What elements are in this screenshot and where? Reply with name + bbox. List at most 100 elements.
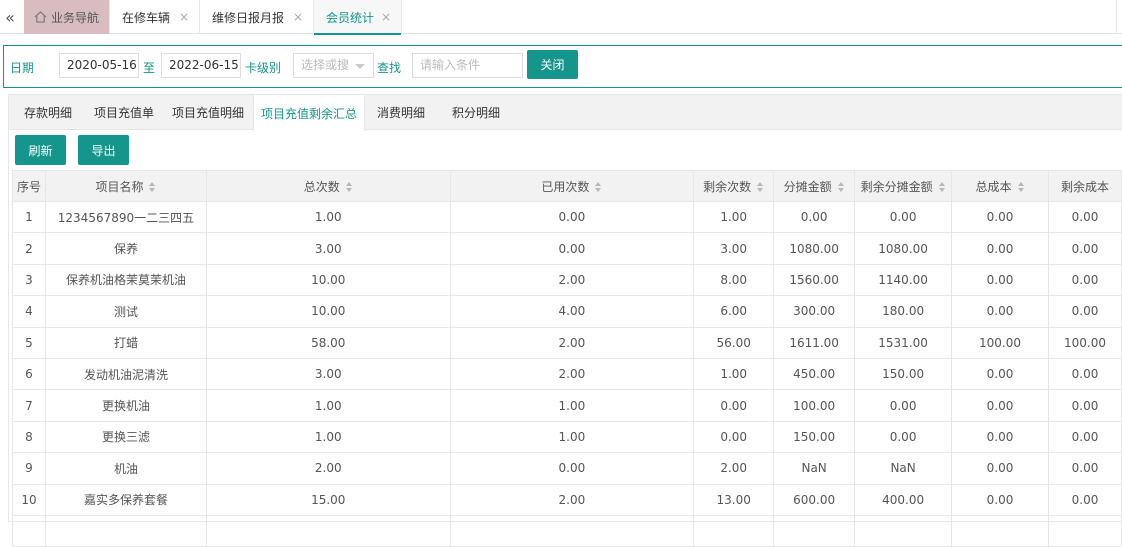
close-icon[interactable]: × (179, 10, 189, 24)
subtab-recharge-balance-summary[interactable]: 项目充值剩余汇总 (253, 95, 365, 131)
table-cell: 300.00 (773, 295, 856, 328)
chevron-down-icon (355, 64, 365, 69)
col-header-total-cost[interactable]: 总成本 (951, 170, 1049, 202)
subtab-project-recharge-details[interactable]: 项目充值明细 (163, 95, 253, 130)
sort-icon[interactable] (938, 182, 946, 192)
table-row[interactable]: 2 保养 3.00 0.00 3.00 1080.00 1080.00 0.00 0.00 (12, 232, 1122, 265)
table-row[interactable]: 10 嘉实多保养套餐 15.00 2.00 13.00 600.00 400.00 0.00 0… (12, 483, 1122, 516)
table-cell: 0.00 (951, 295, 1049, 328)
table-cell: 0.00 (1047, 295, 1122, 328)
table-cell: 0.00 (951, 200, 1049, 234)
table-cell: 400.00 (854, 483, 953, 516)
close-icon[interactable]: × (293, 10, 303, 24)
col-header-project-name[interactable]: 项目名称 (44, 170, 207, 202)
table-header-row: 序号 项目名称 总次数 已用次数 剩余次数 分摊金额 剩余分摊金额 总成本 剩余… (12, 170, 1122, 202)
table-cell: 0.00 (449, 452, 695, 485)
subtab-consumption-details[interactable]: 消费明细 (365, 95, 437, 130)
table-cell: 1.00 (205, 389, 451, 422)
table-cell: 1080.00 (773, 232, 856, 265)
table-cell: 0.00 (951, 357, 1049, 391)
search-condition-input[interactable]: 请输入条件 (412, 53, 523, 78)
table-row[interactable]: 7 更换机油 1.00 1.00 0.00 100.00 0.00 0.00 0.00 (12, 389, 1122, 422)
table-cell: 6 (12, 357, 46, 391)
table-cell: 8.00 (693, 263, 775, 297)
table-cell: 180.00 (854, 295, 953, 328)
table-cell: NaN (773, 452, 856, 485)
date-from-input[interactable]: 2020-05-16 (59, 53, 139, 78)
col-header-allocated-amount[interactable]: 分摊金额 (773, 170, 856, 202)
tab-label: 业务导航 (51, 10, 100, 25)
tab-label: 会员统计 (326, 10, 375, 25)
table-cell (12, 514, 46, 547)
table-cell: 2.00 (205, 452, 451, 485)
report-panel: 存款明细 项目充值单 项目充值明细 项目充值剩余汇总 消费明细 积分明细 刷新 … (8, 94, 1122, 547)
table-cell: 发动机油泥清洗 (44, 357, 207, 391)
export-button[interactable]: 导出 (78, 135, 129, 165)
table-cell (854, 514, 953, 547)
table-cell: 0.00 (951, 452, 1049, 485)
table-cell: 1234567890一二三四五 (44, 200, 207, 234)
table-row[interactable]: 6 发动机油泥清洗 3.00 2.00 1.00 450.00 150.00 0.00 0.00 (12, 357, 1122, 391)
refresh-button[interactable]: 刷新 (15, 135, 66, 165)
sort-icon[interactable] (345, 182, 353, 192)
table-cell: 1.00 (693, 357, 775, 391)
table-cell: 1.00 (693, 200, 775, 234)
close-icon[interactable]: × (381, 10, 391, 24)
table-cell: 测试 (44, 295, 207, 328)
table-row[interactable]: 5 打蜡 58.00 2.00 56.00 1611.00 1531.00 100.00 100… (12, 326, 1122, 359)
col-header-used-count[interactable]: 已用次数 (449, 170, 695, 202)
subtab-points-details[interactable]: 积分明细 (437, 95, 515, 130)
table-cell: 机油 (44, 452, 207, 485)
report-subtabs: 存款明细 项目充值单 项目充值明细 项目充值剩余汇总 消费明细 积分明细 (9, 95, 1122, 131)
table-cell: 58.00 (205, 326, 451, 359)
sort-icon[interactable] (149, 182, 156, 192)
sort-icon[interactable] (595, 182, 602, 192)
table-cell: 0.00 (951, 263, 1049, 297)
table-cell (773, 514, 856, 547)
col-header-remaining-allocated-amount[interactable]: 剩余分摊金额 (854, 170, 953, 202)
table-row[interactable]: 9 机油 2.00 0.00 2.00 NaN NaN 0.00 0.00 (12, 452, 1122, 485)
table-cell: 保养 (44, 232, 207, 265)
table-cell: 4 (12, 295, 46, 328)
collapse-sidebar-icon[interactable]: « (0, 0, 20, 34)
sort-icon[interactable] (1017, 182, 1025, 192)
top-tab-bar: « 业务导航 在修车辆 × 维修日报月报 × 会员统计 × (0, 0, 1122, 35)
sort-icon[interactable] (757, 182, 764, 192)
card-type-select[interactable]: 选择或搜 (293, 53, 374, 78)
tab-vehicles-in-repair[interactable]: 在修车辆 × (110, 0, 200, 34)
subtab-deposit-details[interactable]: 存款明细 (11, 95, 85, 130)
date-to-input[interactable]: 2022-06-15 (161, 53, 241, 78)
table-cell: 更换三滤 (44, 420, 207, 454)
table-cell: 0.00 (854, 389, 953, 422)
table-cell: 0.00 (773, 200, 856, 234)
tab-repair-reports[interactable]: 维修日报月报 × (200, 0, 314, 34)
table-cell: 0.00 (854, 200, 953, 234)
tab-member-statistics[interactable]: 会员统计 × (314, 0, 402, 35)
close-button[interactable]: 关闭 (527, 50, 578, 79)
table-row[interactable]: 8 更换三滤 1.00 1.00 0.00 150.00 0.00 0.00 0.00 (12, 420, 1122, 454)
table-cell: 10.00 (205, 295, 451, 328)
table-cell: 100.00 (1047, 326, 1122, 359)
table-cell: 0.00 (1047, 389, 1122, 422)
col-header-remaining-count[interactable]: 剩余次数 (693, 170, 775, 202)
table-cell: 5 (12, 326, 46, 359)
table-cell: 1.00 (449, 420, 695, 454)
col-header-total-count[interactable]: 总次数 (205, 170, 451, 202)
table-cell: 3 (12, 263, 46, 297)
table-cell: 0.00 (449, 200, 695, 234)
table-cell: 0.00 (1047, 483, 1122, 516)
sort-icon[interactable] (837, 182, 845, 192)
table-cell: 0.00 (1047, 263, 1122, 297)
subtab-project-recharge[interactable]: 项目充值单 (85, 95, 163, 130)
tab-business-navigation[interactable]: 业务导航 (24, 0, 110, 34)
table-cell: 4.00 (449, 295, 695, 328)
table-cell: 1140.00 (854, 263, 953, 297)
table-row[interactable]: 3 保养机油格茉莫茉机油 10.00 2.00 8.00 1560.00 1140.00 0.… (12, 263, 1122, 297)
table-cell: 嘉实多保养套餐 (44, 483, 207, 516)
table-row[interactable]: 4 测试 10.00 4.00 6.00 300.00 180.00 0.00 0.00 (12, 295, 1122, 328)
table-row[interactable]: 1 1234567890一二三四五 1.00 0.00 1.00 0.00 0.00 0.00… (12, 200, 1122, 234)
table-cell: 0.00 (951, 232, 1049, 265)
table-cell: 0.00 (1047, 200, 1122, 234)
table-cell: 1611.00 (773, 326, 856, 359)
tab-bar-scroll-area (1116, 0, 1122, 34)
